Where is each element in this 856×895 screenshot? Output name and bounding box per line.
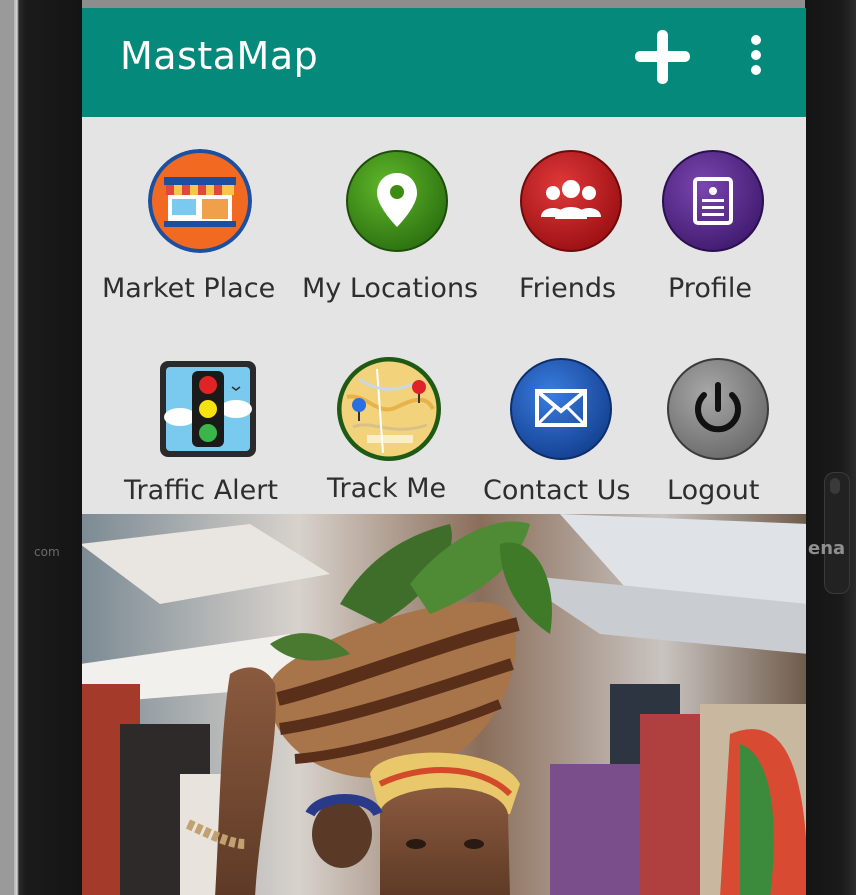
menu-item-label: Market Place — [102, 273, 276, 304]
device-bezel-top — [14, 0, 856, 8]
menu-item-track-me[interactable]: Track Me — [294, 333, 494, 513]
menu-item-label: Contact Us — [483, 475, 631, 506]
app-screen: MastaMap Market Place My Locations Frien… — [82, 8, 806, 895]
menu-item-friends[interactable]: Friends — [502, 117, 642, 317]
menu-item-profile[interactable]: Profile — [648, 117, 806, 317]
menu-item-my-locations[interactable]: My Locations — [294, 117, 494, 317]
market-place-icon — [148, 149, 252, 253]
menu-item-traffic-alert[interactable]: Traffic Alert — [82, 333, 294, 513]
menu-item-label: Track Me — [327, 473, 447, 504]
app-bar: MastaMap — [82, 8, 806, 117]
plus-icon — [635, 30, 690, 84]
device-left-text: com — [34, 545, 60, 559]
device-side-text: ena — [808, 538, 846, 559]
power-icon — [666, 357, 770, 461]
overflow-menu-icon — [751, 35, 761, 75]
menu-item-label: Traffic Alert — [124, 475, 278, 506]
menu-item-label: Friends — [519, 273, 617, 304]
menu-item-contact-us[interactable]: Contact Us — [482, 333, 648, 513]
envelope-icon — [509, 357, 613, 461]
friends-icon — [519, 149, 623, 253]
menu-grid: Market Place My Locations Friends Profil… — [82, 117, 806, 515]
device-bezel-right — [805, 0, 856, 895]
menu-item-label: Profile — [668, 273, 752, 304]
menu-item-market-place[interactable]: Market Place — [82, 117, 282, 317]
menu-item-logout[interactable]: Logout — [648, 333, 806, 513]
menu-item-label: Logout — [667, 475, 760, 506]
profile-icon — [661, 149, 765, 253]
traffic-light-icon — [158, 359, 258, 459]
device-bezel-left — [14, 0, 82, 895]
app-title: MastaMap — [120, 34, 319, 78]
device-side-button-dot — [830, 478, 840, 494]
menu-item-label: My Locations — [302, 273, 479, 304]
add-button[interactable] — [630, 24, 694, 88]
overflow-menu-button[interactable] — [744, 32, 768, 82]
map-tracking-icon — [337, 357, 441, 461]
market-photo — [82, 514, 806, 895]
location-pin-icon — [345, 149, 449, 253]
